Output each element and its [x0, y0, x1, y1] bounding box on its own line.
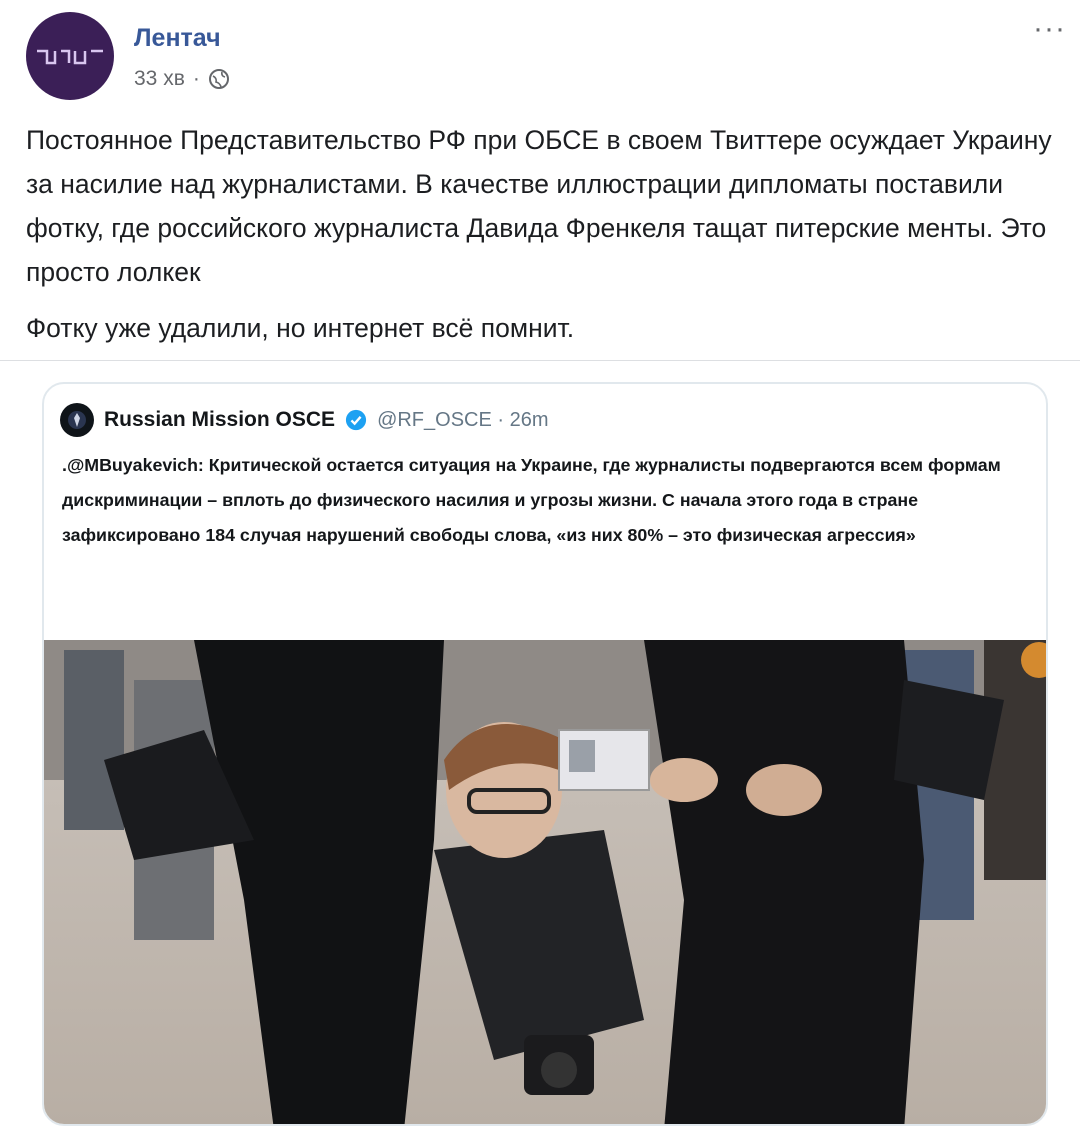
- tweet-author-name: Russian Mission OSCE: [104, 408, 336, 431]
- tweet-header: Russian Mission OSCE @RF_OSCE · 26m: [60, 400, 549, 440]
- tweet-text: .@MBuyakevich: Критической остается ситу…: [62, 455, 1001, 545]
- content-divider: [0, 360, 1080, 361]
- post-time[interactable]: 33 хв: [134, 67, 185, 91]
- meta-separator: ·: [192, 67, 200, 90]
- lentach-logo-icon: [37, 49, 103, 65]
- tweet-handle: @RF_OSCE · 26m: [377, 408, 549, 431]
- verified-badge-icon: [345, 409, 367, 431]
- tweet-screenshot[interactable]: Russian Mission OSCE @RF_OSCE · 26m .@MB…: [42, 382, 1048, 1126]
- post-header: Лентач 33 хв · ···: [26, 12, 1066, 112]
- osce-avatar: [60, 403, 94, 437]
- post-meta: 33 хв ·: [134, 67, 230, 91]
- emblem-icon: [68, 411, 86, 429]
- more-options-icon[interactable]: ···: [1033, 12, 1066, 46]
- tweet-photo: [44, 640, 1046, 1124]
- post-paragraph-2: Фотку уже удалили, но интернет всё помни…: [26, 313, 575, 343]
- post-paragraph-1: Постоянное Представительство РФ при ОБСЕ…: [26, 125, 1052, 287]
- post-text: Постоянное Представительство РФ при ОБСЕ…: [26, 118, 1071, 350]
- globe-icon: [208, 69, 229, 89]
- page-avatar[interactable]: [26, 12, 114, 100]
- author-name[interactable]: Лентач: [134, 24, 221, 53]
